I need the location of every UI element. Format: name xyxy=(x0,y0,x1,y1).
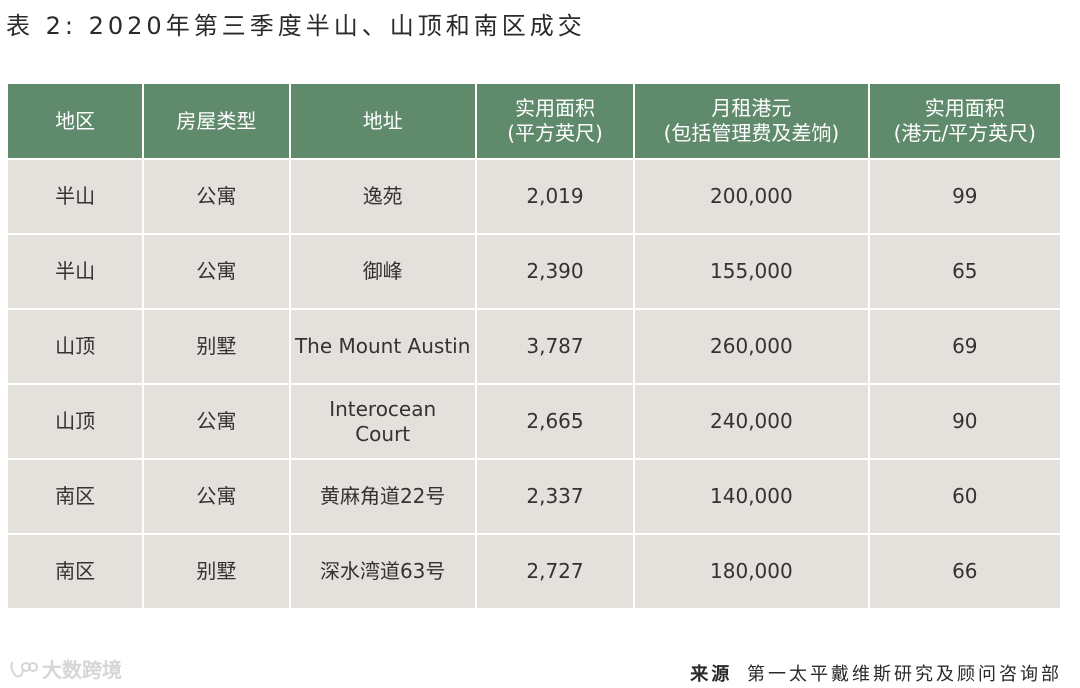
cell-address-line1: 逸苑 xyxy=(362,184,403,208)
cell-monthly-rent: 240,000 xyxy=(633,383,870,460)
cell-saleable-area: 2,337 xyxy=(474,458,636,535)
cell-address: The Mount Austin xyxy=(288,308,477,385)
watermark-text: 大数跨境 xyxy=(42,658,122,682)
cell-address-line1: 御峰 xyxy=(362,259,403,283)
table-title: 表 2: 2020年第三季度半山、山顶和南区成交 xyxy=(6,12,586,40)
cell-monthly-rent: 260,000 xyxy=(633,308,870,385)
cell-saleable-area: 2,019 xyxy=(474,158,636,235)
cell-rent-per-sqft: 60 xyxy=(867,458,1063,535)
table-row: 半山 公寓 逸苑 2,019 200,000 99 xyxy=(5,158,1063,235)
header-region: 地区 xyxy=(5,82,145,160)
cell-address: 深水湾道63号 xyxy=(288,533,477,610)
cell-property-type: 别墅 xyxy=(142,533,291,610)
cell-address-line1: 黄麻角道22号 xyxy=(319,484,446,508)
cell-property-type: 公寓 xyxy=(142,458,291,535)
watermark: 大数跨境 xyxy=(8,654,122,683)
header-region-line1: 地区 xyxy=(55,108,96,133)
table-row: 山顶 别墅 The Mount Austin 3,787 260,000 69 xyxy=(5,308,1063,385)
header-saleable-area-line1: 实用面积 xyxy=(515,96,595,120)
cell-address: 逸苑 xyxy=(288,158,477,235)
header-property-type-line1: 房屋类型 xyxy=(176,108,257,133)
transaction-table: 地区 房屋类型 地址 实用面积 (平方英尺) 月租港元 (包括管理费及差饷) 实 xyxy=(5,82,1063,610)
cell-monthly-rent: 140,000 xyxy=(633,458,870,535)
source-note: 来源 第一太平戴维斯研究及顾问咨询部 xyxy=(690,660,1062,686)
cell-address-line2: Court xyxy=(355,421,411,446)
table-row: 山顶 公寓 Interocean Court 2,665 240,000 90 xyxy=(5,383,1063,460)
header-saleable-area-line2: (平方英尺) xyxy=(507,121,603,145)
cell-property-type: 公寓 xyxy=(142,233,291,310)
cell-property-type: 公寓 xyxy=(142,158,291,235)
header-monthly-rent-line1: 月租港元 xyxy=(711,96,792,120)
table-row: 南区 公寓 黄麻角道22号 2,337 140,000 60 xyxy=(5,458,1063,535)
page: 表 2: 2020年第三季度半山、山顶和南区成交 地区 房屋类型 地址 实用面积… xyxy=(0,0,1080,688)
cell-saleable-area: 2,390 xyxy=(474,233,636,310)
cell-property-type: 别墅 xyxy=(142,308,291,385)
cell-region: 山顶 xyxy=(5,308,145,385)
header-saleable-area: 实用面积 (平方英尺) xyxy=(474,82,636,160)
cell-address-line1: 深水湾道63号 xyxy=(319,559,446,583)
cell-monthly-rent: 155,000 xyxy=(633,233,870,310)
cell-property-type: 公寓 xyxy=(142,383,291,460)
header-rent-per-sqft-line2: (港元/平方英尺) xyxy=(893,121,1036,145)
cell-saleable-area: 2,665 xyxy=(474,383,636,460)
cell-region: 半山 xyxy=(5,158,145,235)
cell-address-line1: The Mount Austin xyxy=(294,334,471,358)
source-label: 来源 xyxy=(690,664,733,685)
cell-address: Interocean Court xyxy=(288,383,477,460)
cell-rent-per-sqft: 99 xyxy=(867,158,1063,235)
cell-address-line1: Interocean xyxy=(329,396,437,421)
cell-monthly-rent: 180,000 xyxy=(633,533,870,610)
cell-rent-per-sqft: 69 xyxy=(867,308,1063,385)
header-monthly-rent-line2: (包括管理费及差饷) xyxy=(663,121,840,145)
cell-rent-per-sqft: 65 xyxy=(867,233,1063,310)
header-address-line1: 地址 xyxy=(362,108,403,133)
cell-region: 半山 xyxy=(5,233,145,310)
brand-logo-icon xyxy=(10,661,38,677)
cell-region: 南区 xyxy=(5,458,145,535)
header-rent-per-sqft-line1: 实用面积 xyxy=(924,96,1005,120)
header-address: 地址 xyxy=(288,82,477,160)
cell-region: 南区 xyxy=(5,533,145,610)
header-property-type: 房屋类型 xyxy=(142,82,291,160)
table-row: 半山 公寓 御峰 2,390 155,000 65 xyxy=(5,233,1063,310)
source-text: 第一太平戴维斯研究及顾问咨询部 xyxy=(747,664,1062,685)
cell-region: 山顶 xyxy=(5,383,145,460)
header-rent-per-sqft: 实用面积 (港元/平方英尺) xyxy=(867,82,1063,160)
cell-rent-per-sqft: 90 xyxy=(867,383,1063,460)
cell-address: 黄麻角道22号 xyxy=(288,458,477,535)
table-row: 南区 别墅 深水湾道63号 2,727 180,000 66 xyxy=(5,533,1063,610)
table-header-row: 地区 房屋类型 地址 实用面积 (平方英尺) 月租港元 (包括管理费及差饷) 实 xyxy=(5,82,1063,160)
cell-rent-per-sqft: 66 xyxy=(867,533,1063,610)
header-monthly-rent: 月租港元 (包括管理费及差饷) xyxy=(633,82,870,160)
cell-monthly-rent: 200,000 xyxy=(633,158,870,235)
cell-saleable-area: 3,787 xyxy=(474,308,636,385)
cell-address: 御峰 xyxy=(288,233,477,310)
cell-saleable-area: 2,727 xyxy=(474,533,636,610)
